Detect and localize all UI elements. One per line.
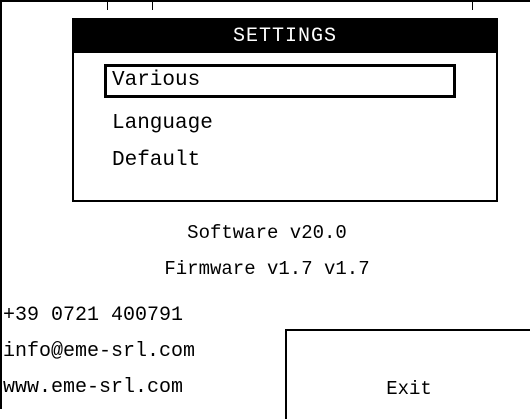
email-address: info@eme-srl.com [3, 340, 196, 363]
menu-item-default[interactable]: Default [104, 144, 456, 178]
exit-button[interactable]: Exit [285, 329, 530, 419]
software-version: Software v20.0 [187, 222, 347, 244]
menu-item-language[interactable]: Language [104, 107, 456, 141]
top-tick [107, 2, 108, 10]
device-screen: SETTINGS Various Language Default Softwa… [0, 0, 530, 419]
settings-menu: SETTINGS Various Language Default [72, 18, 498, 202]
top-tick [152, 2, 153, 10]
menu-item-various[interactable]: Various [104, 64, 456, 98]
menu-title: SETTINGS [74, 20, 496, 53]
website-address: www.eme-srl.com [3, 376, 184, 399]
firmware-version: Firmware v1.7 v1.7 [164, 258, 370, 280]
top-tick [472, 2, 473, 10]
phone-number: +39 0721 400791 [3, 304, 184, 327]
exit-button-label: Exit [386, 378, 432, 400]
